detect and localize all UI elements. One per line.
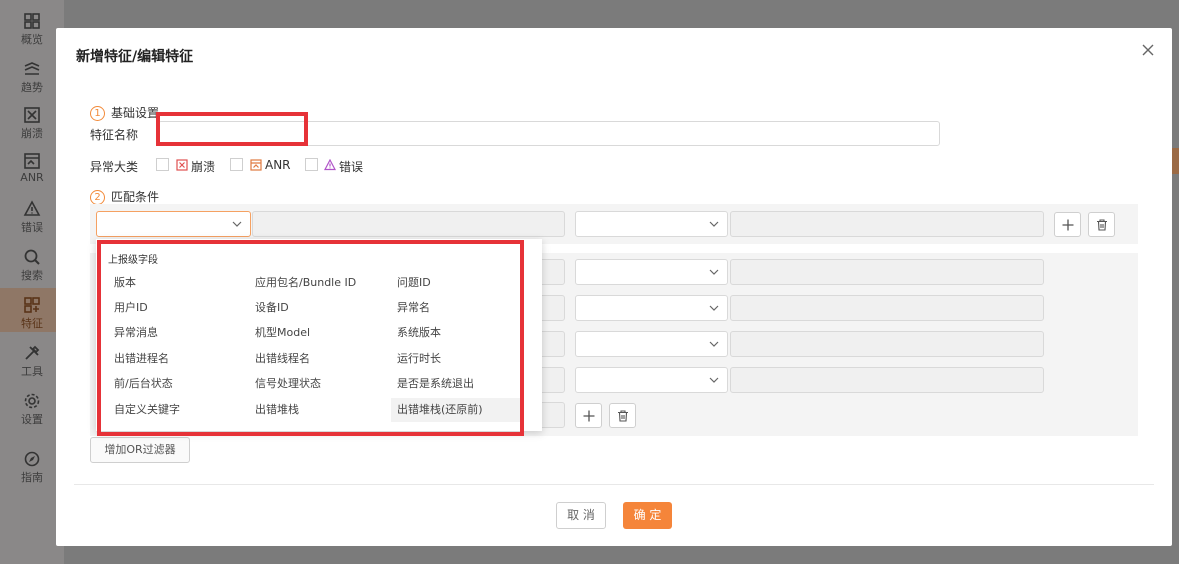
field-select-1[interactable] xyxy=(96,211,251,237)
footer-divider xyxy=(74,484,1154,485)
sidebar-item-label: 错误 xyxy=(21,221,43,234)
sidebar-item-search[interactable]: 搜索 xyxy=(0,240,64,284)
sidebar-item-label: 工具 xyxy=(21,365,43,378)
sidebar-item-label: ANR xyxy=(20,171,44,184)
sidebar-item-settings[interactable]: 设置 xyxy=(0,384,64,428)
warning-icon xyxy=(324,159,336,171)
step-number: 2 xyxy=(90,190,105,205)
feature-name-label: 特征名称 xyxy=(90,128,139,142)
error-icon xyxy=(23,200,41,216)
condition-value-3[interactable] xyxy=(730,295,1044,321)
crash-icon xyxy=(24,107,40,123)
operator-select-3[interactable] xyxy=(575,295,728,321)
sidebar-item-label: 趋势 xyxy=(21,81,43,94)
sidebar-item-label: 设置 xyxy=(21,413,43,426)
chevron-down-icon xyxy=(709,269,719,275)
cancel-button[interactable]: 取 消 xyxy=(556,502,606,529)
condition-value-1[interactable] xyxy=(730,211,1044,237)
feature-icon xyxy=(24,297,40,313)
anr-icon xyxy=(24,153,40,169)
category-label-anr: ANR xyxy=(265,158,291,172)
category-checkbox-crash[interactable] xyxy=(156,158,169,171)
sidebar-item-error[interactable]: 错误 xyxy=(0,192,64,236)
step-basic-settings: 1 基础设置 xyxy=(90,104,159,121)
sidebar-item-label: 崩溃 xyxy=(21,127,43,140)
chevron-down-icon xyxy=(232,221,242,227)
operator-select-5[interactable] xyxy=(575,367,728,393)
category-checkbox-error[interactable] xyxy=(305,158,318,171)
confirm-button[interactable]: 确 定 xyxy=(623,502,672,529)
step-label: 匹配条件 xyxy=(111,190,160,204)
plus-icon xyxy=(1062,219,1074,231)
sidebar-item-feature[interactable]: 特征 xyxy=(0,288,64,332)
guide-icon xyxy=(24,451,40,467)
delete-condition-button[interactable] xyxy=(1088,212,1115,237)
sidebar-item-label: 特征 xyxy=(21,317,43,330)
chevron-down-icon xyxy=(709,377,719,383)
sidebar-item-label: 指南 xyxy=(21,471,43,484)
operator-select-2[interactable] xyxy=(575,259,728,285)
step-number: 1 xyxy=(90,106,105,121)
step-label: 基础设置 xyxy=(111,106,160,120)
annotation-highlight-dropdown xyxy=(97,240,524,436)
sidebar-item-guide[interactable]: 指南 xyxy=(0,442,64,486)
condition-value-2[interactable] xyxy=(730,259,1044,285)
sidebar: 概览 趋势 崩溃 ANR 错误 搜索 特征 工具 设置 指南 xyxy=(0,0,64,564)
sidebar-item-label: 概览 xyxy=(21,33,43,46)
sidebar-item-label: 搜索 xyxy=(21,269,43,282)
add-or-filter-button[interactable]: 增加OR过滤器 xyxy=(90,437,190,463)
trend-icon xyxy=(24,62,40,75)
operator-select-4[interactable] xyxy=(575,331,728,357)
crash-icon xyxy=(176,159,188,171)
sidebar-item-tools[interactable]: 工具 xyxy=(0,336,64,380)
delete-condition-button[interactable] xyxy=(609,403,636,428)
category-label: 异常大类 xyxy=(90,160,139,174)
condition-value-5[interactable] xyxy=(730,367,1044,393)
sidebar-item-crash[interactable]: 崩溃 xyxy=(0,98,64,142)
sidebar-item-anr[interactable]: ANR xyxy=(0,144,64,188)
step-match-conditions: 2 匹配条件 xyxy=(90,188,159,205)
trash-icon xyxy=(1097,219,1107,231)
anr-icon xyxy=(250,159,262,171)
trash-icon xyxy=(618,410,628,422)
annotation-highlight-name xyxy=(156,112,308,146)
add-condition-button[interactable] xyxy=(1054,212,1081,237)
condition-value-4[interactable] xyxy=(730,331,1044,357)
dashboard-icon xyxy=(24,13,40,29)
tools-icon xyxy=(25,345,40,360)
close-icon[interactable] xyxy=(1140,42,1156,58)
sidebar-item-overview[interactable]: 概览 xyxy=(0,4,64,48)
modal-title: 新增特征/编辑特征 xyxy=(76,49,194,65)
sidebar-item-trend[interactable]: 趋势 xyxy=(0,52,64,96)
plus-icon xyxy=(583,410,595,422)
category-label-crash: 崩溃 xyxy=(191,160,216,174)
gear-icon xyxy=(24,393,40,409)
category-label-error: 错误 xyxy=(339,160,364,174)
feature-edit-modal: 新增特征/编辑特征 1 基础设置 特征名称 异常大类 崩溃 ANR 错误 2 匹配条… xyxy=(56,28,1172,546)
search-icon xyxy=(24,249,40,265)
category-checkbox-anr[interactable] xyxy=(230,158,243,171)
operator-select-1[interactable] xyxy=(575,211,728,237)
chevron-down-icon xyxy=(709,341,719,347)
add-condition-button[interactable] xyxy=(575,403,602,428)
chevron-down-icon xyxy=(709,221,719,227)
field-value-disabled-1 xyxy=(252,211,565,237)
chevron-down-icon xyxy=(709,305,719,311)
